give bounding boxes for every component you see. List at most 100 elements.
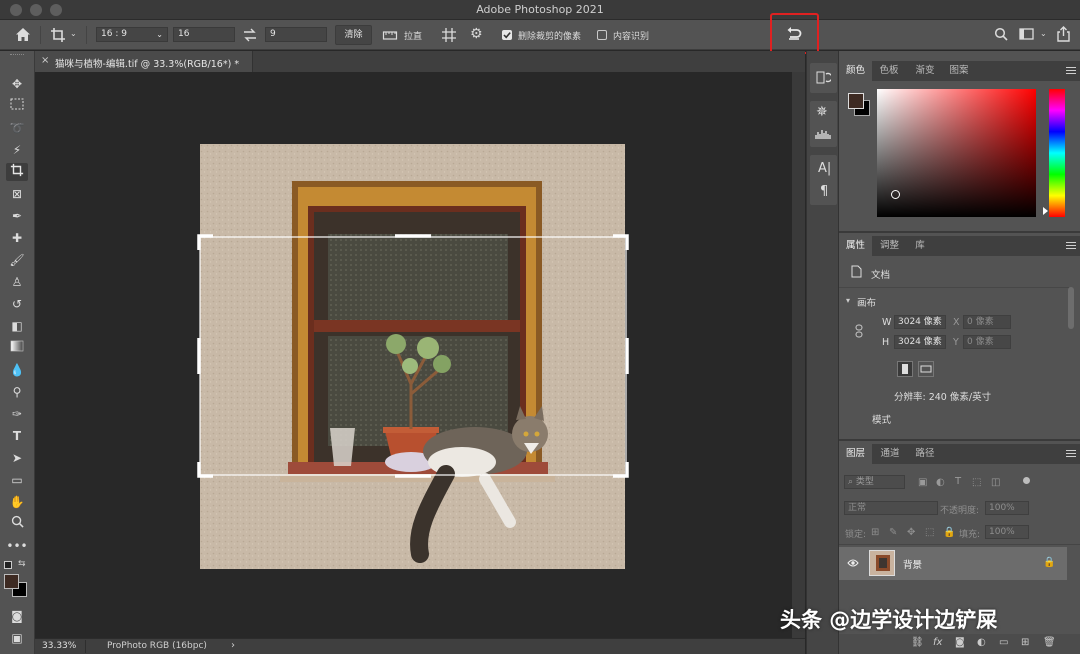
new-group-icon[interactable]: ▭ xyxy=(999,637,1008,648)
straighten-icon[interactable] xyxy=(382,28,398,42)
eye-icon[interactable] xyxy=(847,558,859,568)
home-icon[interactable] xyxy=(15,27,31,42)
history-icon[interactable] xyxy=(816,70,831,85)
foreground-color-swatch[interactable] xyxy=(4,574,19,589)
filter-pixel-icon[interactable]: ▣ xyxy=(918,477,927,488)
layer-style-icon[interactable]: fx xyxy=(933,637,942,648)
filter-adjustment-icon[interactable]: ◐ xyxy=(936,477,945,488)
path-selection-tool-icon[interactable]: ➤ xyxy=(6,449,28,467)
portrait-orientation-button[interactable] xyxy=(897,361,913,377)
tab-paths[interactable]: 路径 xyxy=(909,444,941,464)
aspect-ratio-select[interactable]: 16 : 9 ⌄ xyxy=(96,27,168,42)
layer-row[interactable]: 背景 🔒 xyxy=(839,547,1067,580)
adjustment-layer-icon[interactable]: ◐ xyxy=(977,637,986,648)
hue-slider[interactable] xyxy=(1049,89,1065,217)
delete-cropped-pixels-checkbox[interactable] xyxy=(502,30,512,40)
new-layer-icon[interactable]: ⊞ xyxy=(1021,637,1029,648)
filter-smart-object-icon[interactable]: ◫ xyxy=(991,477,1000,488)
workspace-icon[interactable] xyxy=(1019,28,1034,40)
canvas-height-field[interactable]: 3024 像素 xyxy=(894,335,946,349)
lock-position-icon[interactable]: ✥ xyxy=(907,527,915,538)
tab-swatches[interactable]: 色板 xyxy=(873,61,905,81)
color-field[interactable] xyxy=(877,89,1036,217)
search-icon[interactable] xyxy=(994,27,1008,41)
marquee-tool-icon[interactable] xyxy=(6,97,28,115)
tab-gradients[interactable]: 渐变 xyxy=(908,61,942,81)
vertical-scrollbar[interactable] xyxy=(792,72,805,638)
canvas-x-field[interactable]: 0 像素 xyxy=(963,315,1011,329)
tab-channels[interactable]: 通道 xyxy=(874,444,906,464)
fill-field[interactable]: 100% xyxy=(985,525,1029,539)
tab-adjustments[interactable]: 调整 xyxy=(873,236,906,256)
close-tab-icon[interactable]: × xyxy=(41,55,49,66)
filter-type-icon[interactable]: T xyxy=(955,476,961,487)
blur-tool-icon[interactable]: 💧 xyxy=(6,361,28,379)
lock-artboard-icon[interactable]: ⬚ xyxy=(925,527,934,538)
panel-foreground-swatch[interactable] xyxy=(848,93,864,109)
zoom-level[interactable]: 33.33% xyxy=(42,641,76,651)
properties-scrollbar[interactable] xyxy=(1068,287,1074,329)
link-icon[interactable] xyxy=(854,324,864,338)
tab-patterns[interactable]: 图案 xyxy=(942,61,976,81)
rectangle-tool-icon[interactable]: ▭ xyxy=(6,471,28,489)
eraser-tool-icon[interactable]: ◧ xyxy=(6,317,28,335)
chevron-down-icon[interactable]: ⌄ xyxy=(70,30,77,38)
tab-libraries[interactable]: 库 xyxy=(906,236,934,256)
document-tab[interactable]: × 猫咪与植物-编辑.tif @ 33.3%(RGB/16*) * xyxy=(35,51,253,72)
layer-filter-select[interactable]: ⌕ 类型 xyxy=(844,475,905,489)
quick-mask-icon[interactable]: ◙ xyxy=(6,607,28,625)
tab-properties[interactable]: 属性 xyxy=(839,236,872,256)
clear-button[interactable]: 清除 xyxy=(335,25,372,45)
lock-transparent-icon[interactable]: ⊞ xyxy=(871,527,879,538)
status-menu-arrow-icon[interactable]: › xyxy=(231,640,235,651)
history-brush-tool-icon[interactable]: ↺ xyxy=(6,295,28,313)
add-mask-icon[interactable]: ◙ xyxy=(955,637,965,648)
more-tools-icon[interactable]: ••• xyxy=(6,537,28,555)
crop-box[interactable] xyxy=(195,232,631,480)
blend-mode-select[interactable]: 正常 xyxy=(844,501,938,515)
link-layers-icon[interactable]: ⛓ xyxy=(911,637,924,648)
lock-all-icon[interactable]: 🔒 xyxy=(943,527,955,538)
filter-shape-icon[interactable]: ⬚ xyxy=(972,477,981,488)
move-tool-icon[interactable]: ✥ xyxy=(6,75,28,93)
crop-width-input[interactable]: 16 xyxy=(173,27,235,42)
tab-color[interactable]: 颜色 xyxy=(839,61,872,81)
opacity-field[interactable]: 100% xyxy=(985,501,1029,515)
lock-image-icon[interactable]: ✎ xyxy=(889,527,897,538)
eyedropper-tool-icon[interactable]: ✒ xyxy=(6,207,28,225)
gradient-tool-icon[interactable] xyxy=(6,339,28,357)
panel-menu-icon[interactable] xyxy=(1066,242,1076,249)
navigator-icon[interactable]: ✵ xyxy=(816,104,828,120)
crop-tool-preset-icon[interactable] xyxy=(50,27,66,43)
type-tool-icon[interactable]: T xyxy=(6,427,28,445)
overlay-grid-icon[interactable] xyxy=(441,27,457,43)
swap-dimensions-icon[interactable] xyxy=(243,28,257,42)
chevron-down-icon[interactable]: ⌄ xyxy=(1040,30,1047,38)
tab-layers[interactable]: 图层 xyxy=(839,444,872,464)
frame-tool-icon[interactable]: ⊠ xyxy=(6,185,28,203)
panel-menu-icon[interactable] xyxy=(1066,67,1076,74)
lasso-tool-icon[interactable]: ➰ xyxy=(6,119,28,137)
healing-brush-tool-icon[interactable]: ✚ xyxy=(6,229,28,247)
canvas-width-field[interactable]: 3024 像素 xyxy=(894,315,946,329)
crop-height-input[interactable]: 9 xyxy=(265,27,327,42)
zoom-tool-icon[interactable] xyxy=(6,515,28,533)
reset-crop-icon[interactable] xyxy=(785,26,803,42)
crop-tool-icon[interactable] xyxy=(6,163,28,181)
delete-layer-icon[interactable]: 🗑 xyxy=(1043,637,1056,648)
swap-colors-icon[interactable]: ⇆ xyxy=(18,559,26,569)
histogram-icon[interactable] xyxy=(815,129,832,139)
landscape-orientation-button[interactable] xyxy=(918,361,934,377)
hand-tool-icon[interactable]: ✋ xyxy=(6,493,28,511)
filter-toggle-icon[interactable] xyxy=(1023,477,1030,484)
brush-tool-icon[interactable]: 🖌 xyxy=(6,251,28,269)
screen-mode-icon[interactable]: ▣ xyxy=(6,629,28,647)
gear-icon[interactable]: ⚙ xyxy=(470,27,483,41)
pen-tool-icon[interactable]: ✑ xyxy=(6,405,28,423)
collapse-canvas-icon[interactable]: ▾ xyxy=(846,296,850,305)
content-aware-checkbox[interactable] xyxy=(597,30,607,40)
share-icon[interactable] xyxy=(1056,26,1071,42)
magic-wand-tool-icon[interactable]: ⚡ xyxy=(6,141,28,159)
default-colors-icon[interactable] xyxy=(4,561,12,569)
clone-stamp-tool-icon[interactable]: ♙ xyxy=(6,273,28,291)
